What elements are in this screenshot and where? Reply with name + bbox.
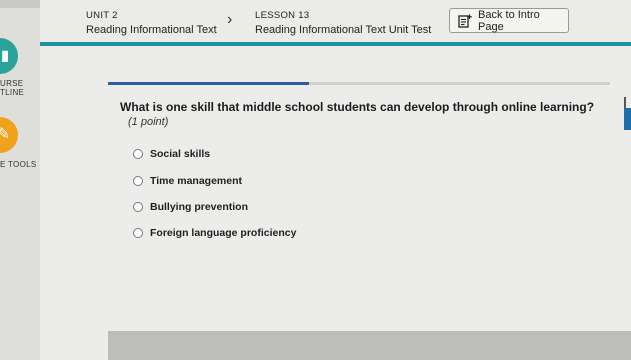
- answer-option-label: Social skills: [150, 148, 211, 160]
- back-to-intro-button[interactable]: Back to Intro Page: [449, 8, 569, 33]
- answer-option[interactable]: Bullying prevention: [133, 201, 248, 213]
- footer-bar: [108, 331, 631, 360]
- radio-button[interactable]: [133, 176, 143, 186]
- answer-option-label: Bullying prevention: [150, 201, 249, 213]
- answer-option[interactable]: Time management: [133, 175, 242, 187]
- lesson-title: Reading Informational Text Unit Test: [255, 24, 432, 36]
- sidebar-top-strip: [0, 0, 40, 8]
- answer-option[interactable]: Social skills: [133, 148, 210, 160]
- course-outline-button[interactable]: ▮: [0, 38, 18, 74]
- radio-button[interactable]: [133, 228, 143, 238]
- question-points: (1 point): [128, 116, 169, 128]
- breadcrumb-unit[interactable]: UNIT 2 Reading Informational Text: [86, 9, 217, 37]
- document-add-icon: [458, 14, 472, 28]
- chevron-right-icon: ›: [227, 11, 233, 28]
- radio-button[interactable]: [133, 202, 143, 212]
- progress-bar: [108, 82, 610, 85]
- course-outline-label-line2: TLINE: [0, 88, 25, 97]
- answer-option[interactable]: Foreign language proficiency: [133, 227, 296, 239]
- progress-bar-fill: [108, 82, 309, 85]
- answer-option-label: Foreign language proficiency: [150, 227, 297, 239]
- course-outline-label-line1: URSE: [0, 79, 24, 88]
- unit-label: UNIT 2: [86, 10, 118, 21]
- left-sidebar: ▮ URSE TLINE ✎ E TOOLS: [0, 0, 41, 360]
- scrollbar-thumb[interactable]: [624, 108, 631, 130]
- question-panel: [40, 46, 631, 360]
- wrench-icon: ✎: [0, 126, 10, 143]
- question-text: What is one skill that middle school stu…: [120, 100, 595, 114]
- lesson-label: LESSON 13: [255, 10, 310, 21]
- answer-option-label: Time management: [150, 175, 243, 187]
- back-to-intro-label: Back to Intro Page: [478, 8, 540, 33]
- tools-button[interactable]: ✎: [0, 117, 18, 153]
- radio-button[interactable]: [133, 149, 143, 159]
- outline-icon: ▮: [1, 47, 9, 63]
- breadcrumb-lesson: LESSON 13 Reading Informational Text Uni…: [255, 9, 431, 37]
- unit-title: Reading Informational Text: [86, 24, 217, 36]
- tools-label: E TOOLS: [0, 160, 37, 169]
